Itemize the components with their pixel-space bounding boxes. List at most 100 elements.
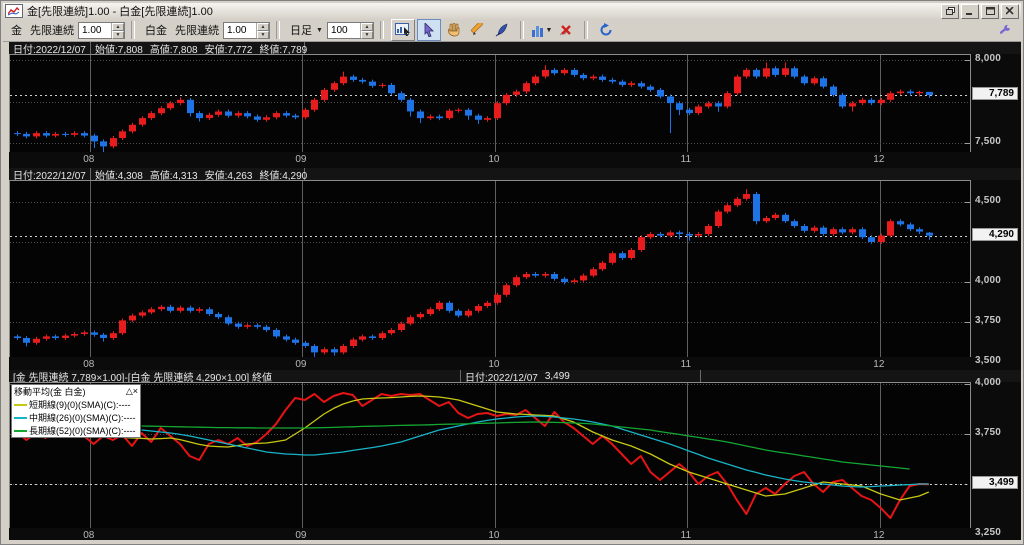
draw-pencil-button[interactable]: [467, 20, 489, 40]
candle: [494, 294, 501, 303]
candle: [91, 332, 98, 335]
candle: [638, 83, 645, 87]
symbol2-multiplier-spinner[interactable]: 1.00 ▲ ▼: [223, 21, 270, 39]
spin-down-icon: ▼: [257, 30, 269, 39]
candle: [62, 133, 69, 135]
draw-line-button[interactable]: [491, 20, 513, 40]
candle: [676, 103, 683, 110]
candle: [388, 84, 395, 94]
toolbar: 金 先限連続 1.00 ▲ ▼ 白金 先限連続 1.00 ▲ ▼ 日足 ▼ 100 ▲…: [3, 19, 1021, 42]
y-axis-label: 8,000: [975, 52, 1002, 64]
spin-down-icon: ▼: [112, 30, 124, 39]
chart-type-button[interactable]: ▼: [531, 20, 553, 40]
candle: [686, 234, 693, 236]
candle: [407, 317, 414, 324]
settings-wrench-icon[interactable]: [998, 24, 1011, 37]
candle: [43, 336, 50, 339]
symbol2-label: 白金: [145, 25, 167, 37]
candle: [167, 103, 174, 109]
chart-mode-button[interactable]: [390, 19, 415, 41]
candle: [705, 226, 712, 234]
header-date-value: 日付:2022/12/07 3,499: [461, 370, 701, 384]
candle: [321, 349, 328, 353]
candle: [436, 116, 443, 119]
y-axis-label: 3,750: [975, 427, 1002, 438]
legend-close-icon[interactable]: ×: [133, 386, 138, 396]
chart-region: 日付:2022/12/07 始値:7,808 高値:7,808 安値:7,772 終値…: [9, 42, 1021, 542]
y-axis-label: 4,000: [975, 377, 1002, 388]
spread-line-plot[interactable]: [9, 382, 971, 530]
legend-swatch-icon: [14, 429, 27, 432]
candle: [916, 229, 923, 232]
y-axis-label: 7,500: [975, 136, 1002, 148]
panel-spread-header: [金 先限連続 7,789×1.00]-[白金 先限連続 4,290×1.00]…: [9, 370, 1021, 384]
close-button[interactable]: [1001, 3, 1019, 19]
chart-frame-icon: [394, 23, 410, 36]
reload-button[interactable]: [595, 20, 617, 40]
candle: [177, 99, 184, 104]
minimize-button[interactable]: [961, 3, 979, 19]
spread-line: [16, 392, 929, 519]
candle: [868, 99, 875, 104]
header-ohlc: 始値:7,808 高値:7,808 安値:7,772 終値:7,789: [91, 42, 307, 56]
candle: [772, 68, 779, 75]
candle: [91, 135, 98, 142]
candle: [859, 229, 866, 238]
candle: [926, 91, 933, 96]
panel-platinum-header: 日付:2022/12/07 始値:4,308 高値:4,313 安値:4,263 終値…: [9, 168, 1021, 182]
restore-button[interactable]: [941, 3, 959, 19]
title-bar[interactable]: 金[先限連続]1.00 - 白金[先限連続]1.00: [3, 3, 1021, 19]
candle: [561, 278, 568, 282]
candle: [715, 211, 722, 226]
candle: [33, 338, 40, 343]
legend-collapse-icon[interactable]: △: [126, 386, 133, 396]
gold-candle-plot[interactable]: [9, 54, 971, 154]
app-window: 金[先限連続]1.00 - 白金[先限連続]1.00 金 先限連続 1.00 ▲…: [0, 0, 1024, 545]
candle: [897, 91, 904, 94]
candle: [484, 118, 491, 120]
candle: [494, 103, 501, 119]
platinum-candle-plot[interactable]: [9, 180, 971, 359]
candle: [14, 336, 21, 338]
spin-up-icon: ▲: [112, 22, 124, 31]
candle: [225, 111, 232, 116]
pan-hand-button[interactable]: [443, 20, 465, 40]
candle: [187, 99, 194, 114]
candle: [801, 76, 808, 84]
candle: [484, 302, 491, 306]
candle: [321, 89, 328, 100]
candle: [897, 221, 904, 225]
candle: [542, 274, 549, 276]
candle: [724, 93, 731, 107]
toolbar-separator: [131, 21, 135, 39]
y-axis-label: 4,500: [975, 194, 1002, 206]
candle: [628, 83, 635, 85]
legend-entry-label: 長期線(52)(0)(SMA)(C):----: [29, 426, 136, 436]
symbol1-multiplier-spinner[interactable]: 1.00 ▲ ▼: [78, 21, 125, 39]
candle: [302, 109, 309, 118]
candle: [129, 315, 136, 321]
legend-title: 移動平均(金 白金): [14, 387, 86, 397]
bar-count-spinner[interactable]: 100 ▲ ▼: [326, 21, 374, 39]
maximize-button[interactable]: [981, 3, 999, 19]
ma-legend[interactable]: 移動平均(金 白金) △× 短期線(9)(0)(SMA)(C):---- 中期線(…: [11, 384, 141, 438]
y-axis-label: 3,250: [975, 527, 1002, 538]
x-axis-label: 11: [680, 154, 692, 165]
candle: [695, 234, 702, 236]
candle: [340, 76, 347, 84]
candle: [849, 103, 856, 107]
candle: [830, 229, 837, 234]
candle: [235, 113, 242, 116]
platinum-y-axis: 4,500 4,000 3,750 3,500 4,290: [971, 168, 1021, 370]
spread-y-axis: 4,000 3,750 3,250 3,499: [971, 370, 1021, 542]
candle: [244, 325, 251, 327]
delete-indicator-button[interactable]: [555, 20, 577, 40]
legend-entry-label: 中期線(26)(0)(SMA)(C):----: [29, 413, 136, 423]
candle: [139, 312, 146, 316]
pencil-icon: [470, 23, 483, 35]
candle: [359, 79, 366, 82]
period-dropdown[interactable]: 日足 ▼: [290, 22, 323, 38]
select-cursor-button[interactable]: [416, 19, 441, 41]
candle: [369, 336, 376, 338]
candle: [158, 108, 165, 114]
